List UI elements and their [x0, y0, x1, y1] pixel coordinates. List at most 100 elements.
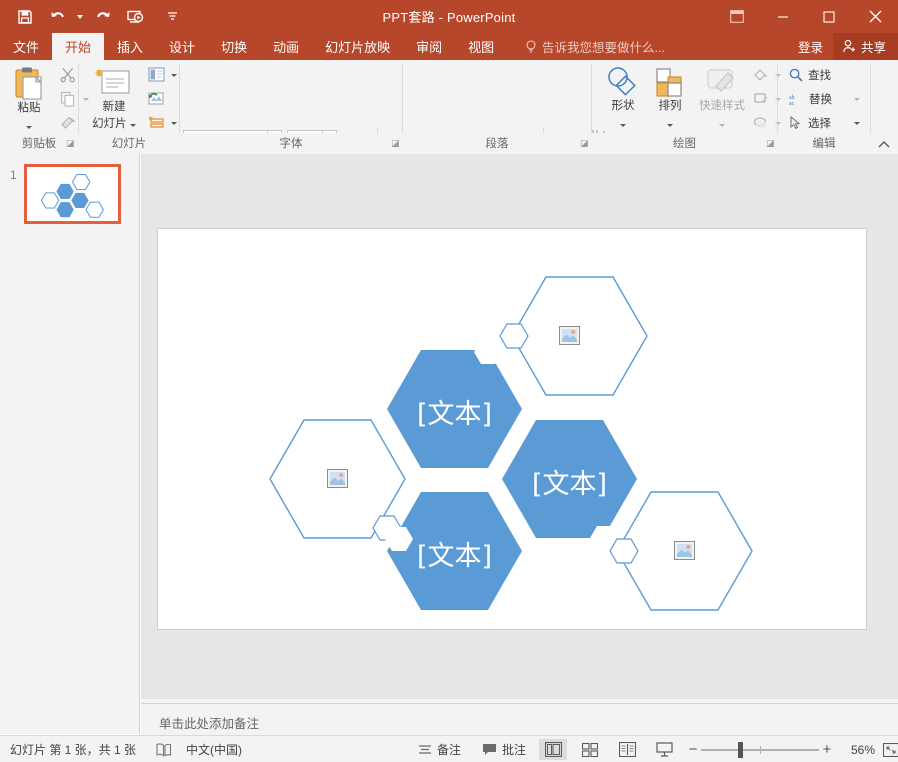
quick-styles-icon: [702, 66, 742, 100]
find-button[interactable]: 查找: [786, 64, 850, 86]
zoom-track[interactable]: [701, 749, 819, 751]
copy-button[interactable]: [56, 88, 80, 110]
font-dialog-launcher[interactable]: ◪: [391, 138, 401, 148]
select-dropdown[interactable]: [851, 112, 863, 134]
zoom-thumb[interactable]: [738, 742, 743, 758]
slide-edit-area: [文本] [文本] [文本]: [141, 154, 898, 703]
shape-fill-button[interactable]: [750, 64, 772, 86]
format-painter-button[interactable]: [56, 112, 80, 134]
undo-icon[interactable]: [42, 3, 72, 31]
find-label: 查找: [808, 67, 831, 83]
language-label: 中文(中国): [186, 741, 242, 758]
shapes-button[interactable]: 形状: [601, 64, 645, 138]
shape-outline-button[interactable]: [750, 88, 772, 110]
language-status[interactable]: 中文(中国): [180, 736, 248, 762]
paste-button[interactable]: 粘贴: [6, 64, 52, 138]
tab-file[interactable]: 文件: [0, 33, 52, 60]
paste-label: 粘贴: [6, 102, 52, 115]
picture-placeholder-top-right[interactable]: [559, 326, 580, 345]
shape-outline-dropdown[interactable]: [772, 88, 784, 110]
tab-animations-label: 动画: [273, 37, 299, 56]
tab-insert[interactable]: 插入: [104, 33, 156, 60]
normal-view-button[interactable]: [539, 739, 567, 760]
tab-home[interactable]: 开始: [52, 33, 104, 60]
comments-toggle-button[interactable]: 批注: [476, 736, 532, 762]
save-icon[interactable]: [10, 3, 40, 31]
accessibility-status[interactable]: [150, 736, 178, 762]
shape-fill-dropdown[interactable]: [772, 64, 784, 86]
zoom-in-label: +: [823, 741, 832, 758]
slide-thumbnail-1[interactable]: [24, 164, 121, 224]
comment-icon: [482, 743, 497, 756]
notes-pane[interactable]: 单击此处添加备注: [141, 703, 898, 735]
slide-sorter-view-button[interactable]: [576, 739, 604, 760]
minimize-icon[interactable]: [760, 0, 806, 33]
zoom-level-button[interactable]: 56%: [845, 736, 881, 762]
tab-review[interactable]: 审阅: [403, 33, 455, 60]
ribbon-tabs: 文件 开始 插入 设计 切换 动画 幻灯片放映 审阅 视图: [0, 33, 507, 60]
new-slide-button[interactable]: 新建 幻灯片: [86, 64, 142, 138]
shapes-label: 形状: [601, 100, 645, 113]
tab-view[interactable]: 视图: [455, 33, 507, 60]
share-button[interactable]: 共享: [833, 33, 898, 60]
slide-thumbnail-pane: 1: [0, 154, 140, 734]
zoom-slider[interactable]: − +: [685, 736, 835, 762]
replace-label: 替换: [809, 91, 832, 107]
quick-styles-dropdown-icon: [719, 124, 725, 127]
paragraph-dialog-launcher[interactable]: ◪: [580, 138, 590, 148]
tab-view-label: 视图: [468, 37, 494, 56]
group-label-paragraph: 段落: [403, 135, 591, 151]
slideshow-icon: [656, 742, 673, 757]
zoom-in-button[interactable]: +: [819, 741, 835, 758]
scissors-icon: [60, 67, 76, 83]
slide-count-status[interactable]: 幻灯片 第 1 张，共 1 张: [4, 736, 142, 762]
fit-to-window-button[interactable]: [877, 739, 898, 760]
svg-text:ac: ac: [789, 101, 795, 106]
group-label-editing: 编辑: [778, 135, 870, 151]
notes-button-label: 备注: [437, 741, 461, 758]
tell-me-search[interactable]: 告诉我您想要做什么...: [525, 33, 665, 60]
redo-icon[interactable]: [88, 3, 118, 31]
start-slideshow-icon[interactable]: [120, 3, 150, 31]
tab-slideshow-label: 幻灯片放映: [325, 37, 390, 56]
zoom-out-button[interactable]: −: [685, 741, 701, 758]
clipboard-dialog-launcher[interactable]: ◪: [66, 138, 76, 148]
drawing-dialog-launcher[interactable]: ◪: [766, 138, 776, 148]
customize-qat-icon[interactable]: [166, 3, 178, 31]
slide-canvas[interactable]: [文本] [文本] [文本]: [158, 229, 866, 629]
ribbon-display-options-icon[interactable]: [714, 0, 760, 33]
section-button[interactable]: [144, 112, 168, 134]
reading-view-button[interactable]: [613, 739, 641, 760]
notes-placeholder[interactable]: 单击此处添加备注: [159, 713, 259, 732]
arrange-button[interactable]: 排列: [648, 64, 692, 138]
layout-button[interactable]: [144, 64, 168, 86]
collapse-ribbon-icon[interactable]: [876, 136, 892, 152]
replace-button[interactable]: abac 替换: [786, 88, 850, 110]
cut-button[interactable]: [56, 64, 80, 86]
tab-transitions[interactable]: 切换: [208, 33, 260, 60]
undo-dropdown-icon[interactable]: [74, 3, 86, 31]
quick-styles-button[interactable]: 快速样式: [695, 64, 749, 138]
select-button[interactable]: 选择: [786, 112, 850, 134]
replace-dropdown[interactable]: [851, 88, 863, 110]
sign-in-button[interactable]: 登录: [788, 33, 833, 60]
group-label-font: 字体: [180, 135, 402, 151]
tab-slideshow[interactable]: 幻灯片放映: [312, 33, 403, 60]
picture-placeholder-bottom-right[interactable]: [674, 541, 695, 560]
slideshow-view-button[interactable]: [650, 739, 678, 760]
notes-toggle-button[interactable]: 备注: [412, 736, 467, 762]
close-icon[interactable]: [852, 0, 898, 33]
select-label: 选择: [808, 115, 831, 131]
hex-lower-text: [387, 492, 522, 610]
shape-effects-dropdown[interactable]: [772, 112, 784, 134]
picture-placeholder-left[interactable]: [327, 469, 348, 488]
tab-animations[interactable]: 动画: [260, 33, 312, 60]
shape-effects-button[interactable]: [750, 112, 772, 134]
tab-file-label: 文件: [13, 37, 39, 56]
maximize-icon[interactable]: [806, 0, 852, 33]
tab-design[interactable]: 设计: [156, 33, 208, 60]
tab-review-label: 审阅: [416, 37, 442, 56]
reset-button[interactable]: [144, 88, 168, 110]
reset-icon: [148, 91, 165, 106]
slide-count-label: 幻灯片 第 1 张，共 1 张: [10, 741, 136, 758]
